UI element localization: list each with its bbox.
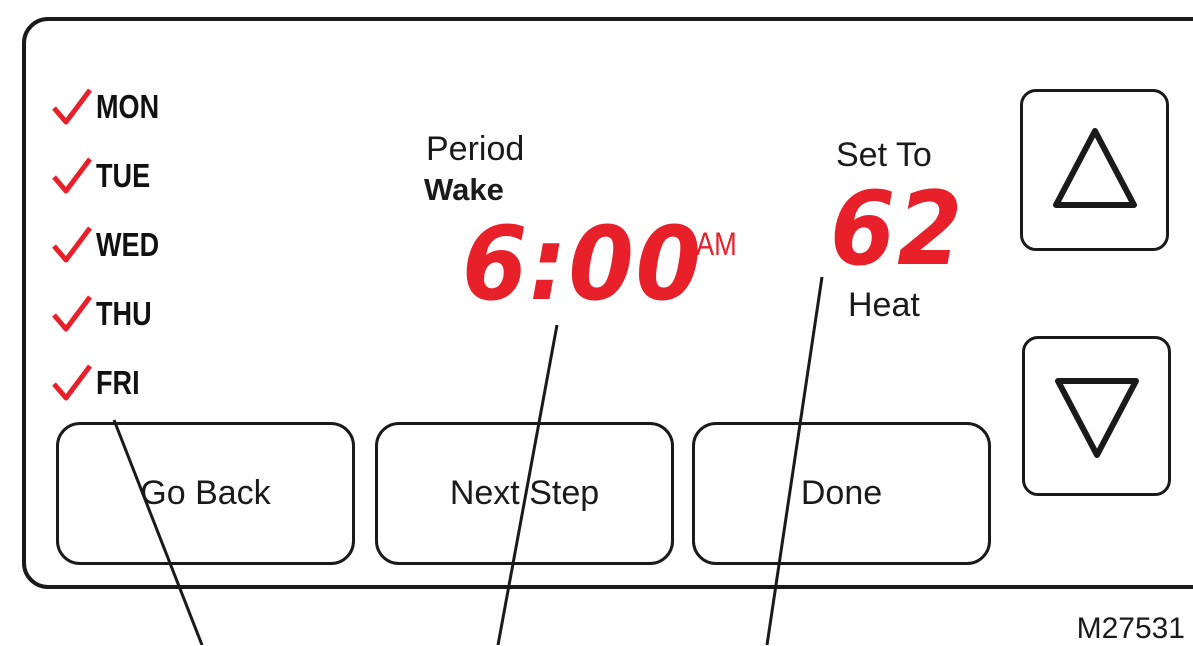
- temperature-up-button[interactable]: [1020, 89, 1169, 251]
- mode-label: Heat: [848, 286, 920, 324]
- day-item-fri: FRI: [52, 358, 149, 408]
- temperature-display: 62: [830, 170, 965, 289]
- day-label: MON: [96, 88, 160, 125]
- day-item-thu: THU: [52, 289, 164, 339]
- done-button[interactable]: Done: [692, 422, 991, 565]
- next-step-button[interactable]: Next Step: [375, 422, 674, 565]
- time-display: 6:00: [462, 205, 703, 324]
- temperature-down-button[interactable]: [1022, 336, 1171, 496]
- checkmark-icon: [52, 157, 92, 194]
- triangle-down-icon: [1054, 378, 1139, 458]
- day-item-mon: MON: [52, 82, 173, 132]
- go-back-button[interactable]: Go Back: [56, 422, 355, 565]
- checkmark-icon: [52, 88, 92, 125]
- figure-code: M27531: [1076, 612, 1185, 645]
- period-value: Wake: [424, 172, 504, 207]
- day-item-tue: TUE: [52, 151, 162, 201]
- period-label: Period: [426, 130, 525, 168]
- day-label: WED: [96, 226, 160, 263]
- day-item-wed: WED: [52, 220, 173, 270]
- checkmark-icon: [52, 226, 92, 263]
- day-label: TUE: [96, 157, 151, 194]
- checkmark-icon: [52, 364, 92, 401]
- day-label: THU: [96, 295, 152, 332]
- checkmark-icon: [52, 295, 92, 332]
- triangle-up-icon: [1052, 128, 1137, 208]
- day-label: FRI: [96, 364, 140, 401]
- am-pm-indicator: AM: [696, 226, 737, 262]
